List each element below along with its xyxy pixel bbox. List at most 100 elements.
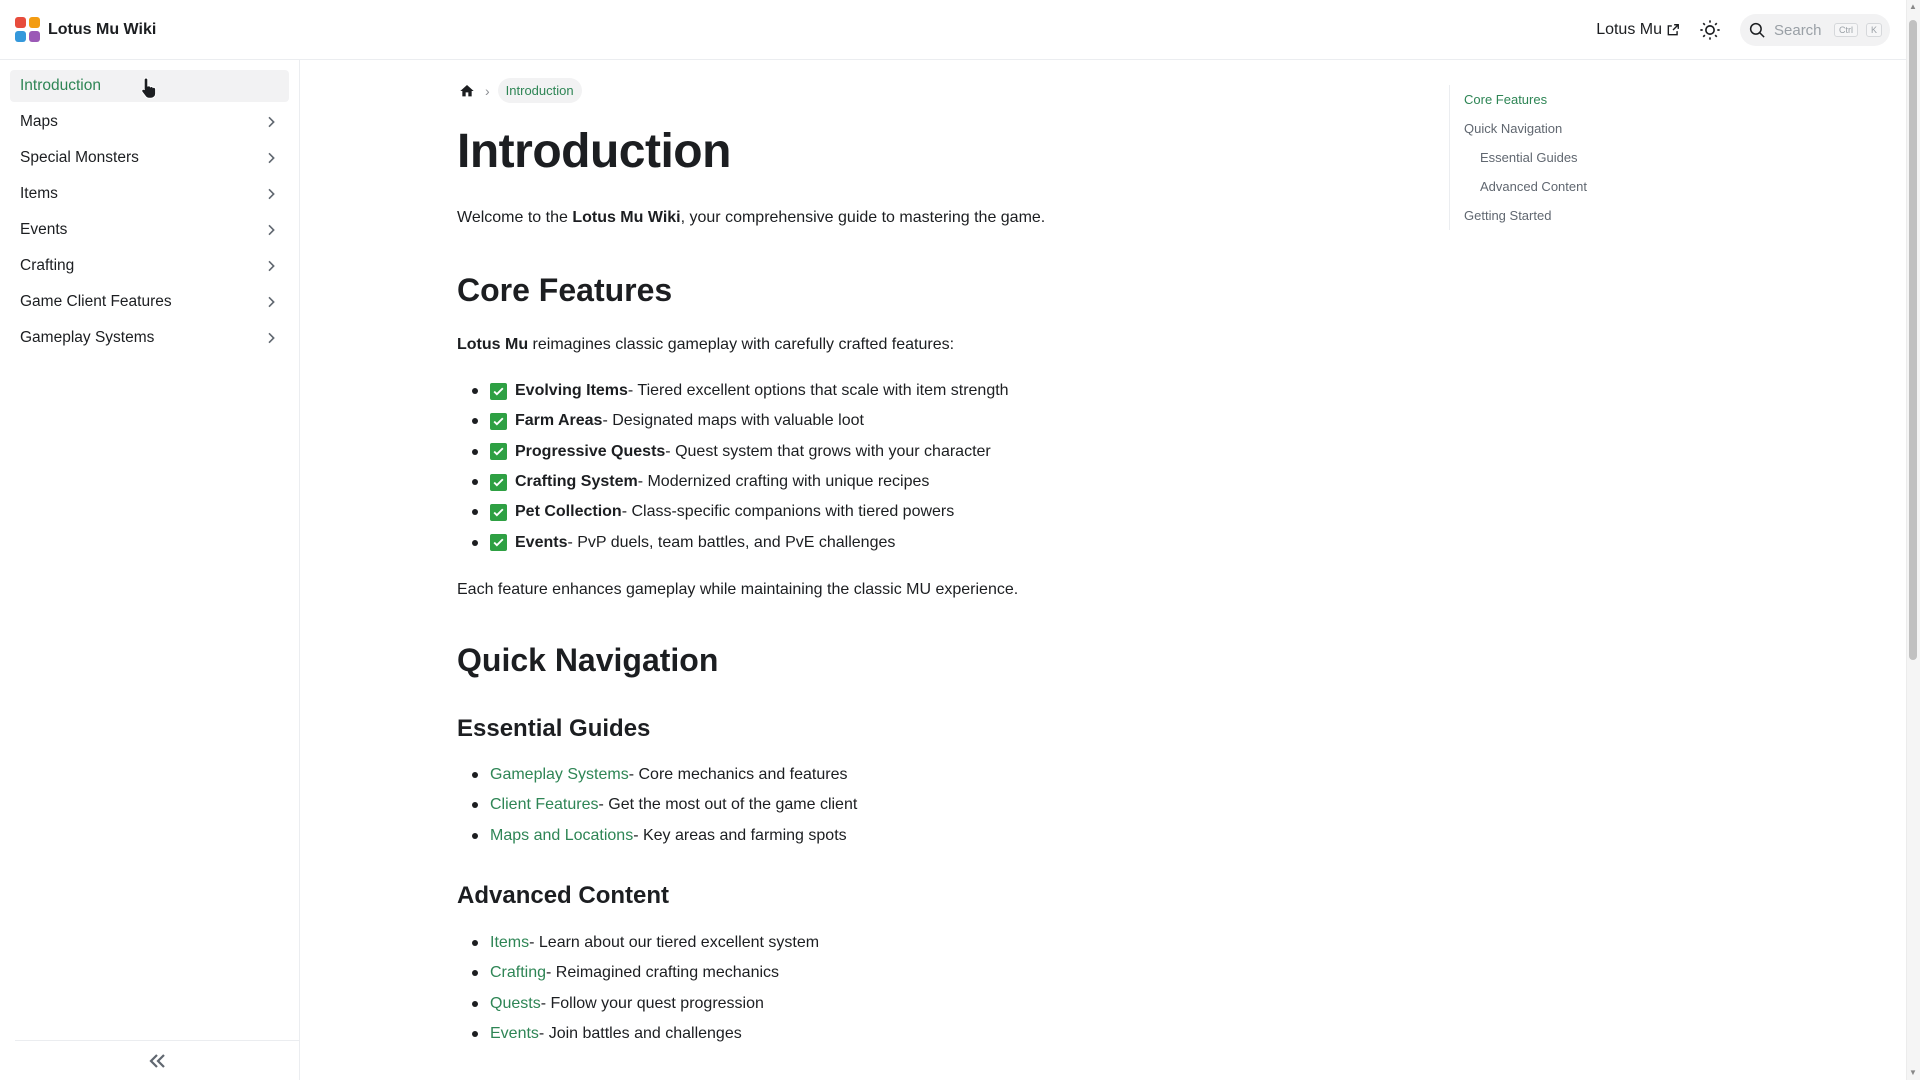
breadcrumb-current: Introduction <box>497 78 582 103</box>
sidebar-item-crafting[interactable]: Crafting <box>10 250 289 282</box>
check-box-icon <box>490 534 507 552</box>
intro-paragraph: Welcome to the Lotus Mu Wiki, your compr… <box>457 209 1045 227</box>
external-link-label: Lotus Mu <box>1596 21 1662 38</box>
search-icon <box>1749 22 1765 38</box>
chevron-right-icon[interactable] <box>263 150 279 166</box>
list-item: Maps and Locations - Key areas and farmi… <box>472 821 857 851</box>
brand-title: Lotus Mu Wiki <box>48 20 157 38</box>
lead-rest: reimagines classic gameplay with careful… <box>528 336 955 353</box>
feature-name: Crafting System <box>515 473 638 491</box>
link-desc: - Follow your quest progression <box>540 994 764 1012</box>
home-icon <box>460 84 474 96</box>
scrollbar-thumb[interactable] <box>1909 20 1917 660</box>
list-item: Farm Areas - Designated maps with valuab… <box>472 406 1009 436</box>
chevron-right-icon[interactable] <box>263 294 279 310</box>
feature-desc: - Modernized crafting with unique recipe… <box>637 473 930 491</box>
search-placeholder: Search <box>1774 21 1822 39</box>
sidebar-item-label: Gameplay Systems <box>20 329 155 346</box>
heading-quick-navigation: Quick Navigation <box>457 642 719 678</box>
advanced-content-list: Items - Learn about our tiered excellent… <box>472 928 819 1049</box>
list-item: Gameplay Systems - Core mechanics and fe… <box>472 760 857 790</box>
list-item: Pet Collection - Class-specific companio… <box>472 497 1009 527</box>
sidebar-item-label: Special Monsters <box>20 149 139 166</box>
lead-bold: Lotus Mu <box>457 336 529 353</box>
chevron-right-icon[interactable] <box>263 114 279 130</box>
intro-suffix: , your comprehensive guide to mastering … <box>680 209 1046 226</box>
breadcrumb-separator: › <box>485 82 490 99</box>
sidebar-item-gameplay-systems[interactable]: Gameplay Systems <box>10 322 289 354</box>
sidebar-item-label: Game Client Features <box>20 293 172 310</box>
brand-link[interactable]: Lotus Mu Wiki <box>15 17 156 42</box>
feature-desc: - Quest system that grows with your char… <box>665 442 991 460</box>
collapse-sidebar-button[interactable] <box>15 1040 299 1080</box>
theme-toggle-button[interactable] <box>1694 14 1726 46</box>
feature-name: Evolving Items <box>515 382 628 400</box>
sidebar-item-special-monsters[interactable]: Special Monsters <box>10 142 289 174</box>
sidebar-item-label: Crafting <box>20 257 75 274</box>
link-desc: - Join battles and challenges <box>538 1025 742 1043</box>
sidebar-item-events[interactable]: Events <box>10 214 289 246</box>
chevron-right-icon[interactable] <box>263 330 279 346</box>
feature-name: Farm Areas <box>515 412 603 430</box>
check-box-icon <box>490 443 507 461</box>
link-desc: - Reimagined crafting mechanics <box>546 964 780 982</box>
link-items[interactable]: Items <box>490 934 529 952</box>
feature-desc: - Tiered excellent options that scale wi… <box>627 382 1009 400</box>
sidebar-menu: Introduction Maps Special Monsters Items… <box>0 60 299 354</box>
link-crafting[interactable]: Crafting <box>490 964 546 982</box>
toc-item-getting-started[interactable]: Getting Started <box>1464 201 1587 230</box>
feature-desc: - PvP duels, team battles, and PvE chall… <box>567 533 896 551</box>
list-item: Crafting - Reimagined crafting mechanics <box>472 958 819 988</box>
top-navbar: Lotus Mu Wiki Lotus Mu Search Ctrl K <box>0 0 1920 60</box>
list-item: Client Features - Get the most out of th… <box>472 790 857 820</box>
link-maps-and-locations[interactable]: Maps and Locations <box>490 827 633 845</box>
link-desc: - Get the most out of the game client <box>598 796 858 814</box>
list-item: Events - Join battles and challenges <box>472 1019 819 1049</box>
logo-icon <box>15 17 40 42</box>
toc-item-advanced-content[interactable]: Advanced Content <box>1464 172 1587 201</box>
link-quests[interactable]: Quests <box>490 995 541 1013</box>
intro-prefix: Welcome to the <box>457 209 573 226</box>
check-box-icon <box>490 473 507 491</box>
toc-item-core-features[interactable]: Core Features <box>1464 85 1587 114</box>
sidebar-item-game-client-features[interactable]: Game Client Features <box>10 286 289 318</box>
list-item: Progressive Quests - Quest system that g… <box>472 437 1009 467</box>
list-item: Events - PvP duels, team battles, and Pv… <box>472 527 1009 557</box>
kbd-ctrl: Ctrl <box>1833 23 1858 37</box>
page-scrollbar[interactable]: ▲ ▼ <box>1906 0 1920 1080</box>
link-desc: - Key areas and farming spots <box>633 826 847 844</box>
list-item: Items - Learn about our tiered excellent… <box>472 928 819 958</box>
chevron-right-icon[interactable] <box>263 222 279 238</box>
list-item: Quests - Follow your quest progression <box>472 989 819 1019</box>
link-events[interactable]: Events <box>490 1025 539 1043</box>
check-box-icon <box>490 503 507 521</box>
core-features-closing: Each feature enhances gameplay while mai… <box>457 581 1019 598</box>
heading-core-features: Core Features <box>457 272 673 308</box>
sidebar-item-maps[interactable]: Maps <box>10 106 289 138</box>
chevron-right-icon[interactable] <box>263 258 279 274</box>
list-item: Evolving Items - Tiered excellent option… <box>472 376 1009 406</box>
intro-bold: Lotus Mu Wiki <box>572 209 681 226</box>
double-chevron-left-icon <box>149 1053 165 1068</box>
link-client-features[interactable]: Client Features <box>490 796 599 814</box>
sun-icon <box>1700 20 1720 40</box>
feature-name: Events <box>515 533 568 551</box>
feature-name: Progressive Quests <box>515 442 666 460</box>
toc-item-quick-navigation[interactable]: Quick Navigation <box>1464 114 1587 143</box>
chevron-right-icon[interactable] <box>263 186 279 202</box>
toc-item-essential-guides[interactable]: Essential Guides <box>1464 143 1587 172</box>
heading-advanced-content: Advanced Content <box>457 882 670 909</box>
sidebar-item-items[interactable]: Items <box>10 178 289 210</box>
search-button[interactable]: Search Ctrl K <box>1740 14 1890 46</box>
scroll-down-arrow-icon[interactable]: ▼ <box>1909 1069 1917 1077</box>
table-of-contents: Core Features Quick Navigation Essential… <box>1449 85 1587 230</box>
feature-desc: - Designated maps with valuable loot <box>602 412 864 430</box>
breadcrumb-home[interactable] <box>457 81 477 101</box>
link-gameplay-systems[interactable]: Gameplay Systems <box>490 766 629 784</box>
check-box-icon <box>490 412 507 430</box>
scroll-up-arrow-icon[interactable]: ▲ <box>1909 3 1917 11</box>
sidebar-item-label: Items <box>20 185 58 202</box>
link-desc: - Core mechanics and features <box>628 766 848 784</box>
sidebar-item-label: Maps <box>20 113 58 130</box>
lotus-mu-external-link[interactable]: Lotus Mu <box>1596 21 1680 39</box>
